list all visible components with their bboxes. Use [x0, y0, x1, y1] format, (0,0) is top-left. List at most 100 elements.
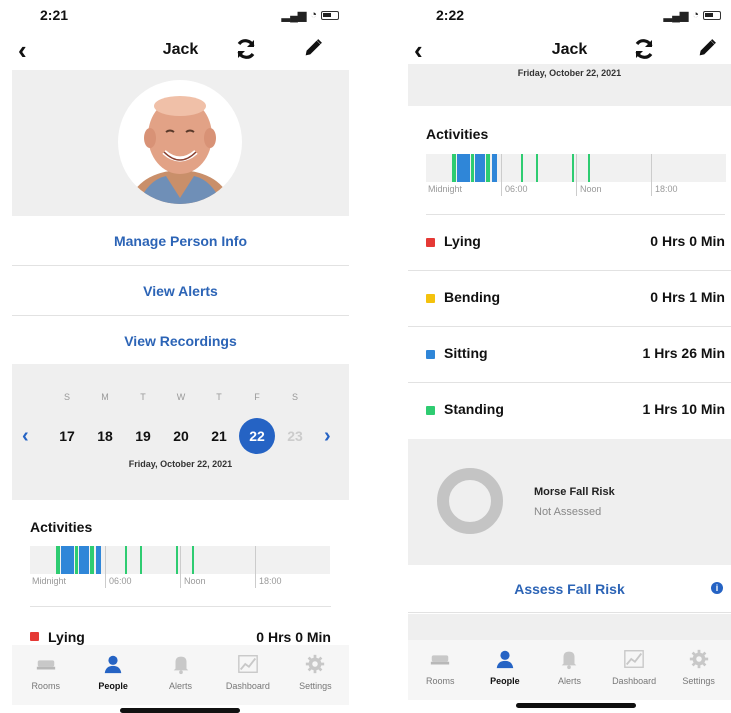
- view-alerts-link[interactable]: View Alerts: [12, 266, 349, 316]
- home-indicator[interactable]: [516, 703, 636, 708]
- activity-duration: 0 Hrs 0 Min: [650, 233, 725, 249]
- activity-row-standing[interactable]: Standing 1 Hrs 10 Min: [408, 383, 731, 439]
- timeline-label: Midnight: [428, 184, 463, 194]
- activity-duration: 0 Hrs 1 Min: [650, 289, 725, 305]
- selected-date-label: Friday, October 22, 2021: [128, 459, 233, 469]
- activity-duration: 1 Hrs 10 Min: [642, 401, 725, 417]
- activity-row-lying[interactable]: Lying 0 Hrs 0 Min: [408, 215, 731, 271]
- activity-timeline: Midnight 06:00 Noon 18:00: [30, 546, 330, 590]
- status-time: 2:21: [40, 7, 69, 23]
- assess-fall-risk-row[interactable]: Assess Fall Risk i: [408, 565, 731, 613]
- bending-color-dot: [426, 294, 435, 303]
- fall-risk-status: Not Assessed: [534, 506, 602, 518]
- bed-icon: [36, 660, 55, 670]
- avatar-section: [12, 70, 349, 216]
- timeline-segment: [96, 546, 101, 574]
- refresh-icon[interactable]: [632, 37, 656, 61]
- weekday-label: S: [63, 392, 70, 402]
- status-bar: 2:21 ▂▄▆ ◔: [12, 0, 349, 30]
- refresh-icon[interactable]: [234, 37, 258, 61]
- bed-icon: [431, 655, 450, 665]
- weekday-label: T: [140, 392, 146, 402]
- day-22-selected[interactable]: 22: [238, 418, 276, 454]
- prev-week-icon[interactable]: ‹: [22, 418, 29, 454]
- spacer-band: [408, 614, 731, 640]
- day-21[interactable]: 21: [200, 418, 238, 454]
- weekday-label: M: [101, 392, 109, 402]
- wifi-icon: ◔: [692, 9, 699, 21]
- left-screen: 2:21 ▂▄▆ ◔ ‹ Jack Manage Person Info Vie…: [12, 0, 349, 713]
- timeline-segment: [61, 546, 74, 574]
- tab-label: Rooms: [426, 676, 455, 686]
- fall-risk-card[interactable]: Morse Fall Risk Not Assessed: [408, 439, 731, 565]
- edit-icon[interactable]: [302, 37, 324, 59]
- fall-risk-ring-icon: [437, 468, 503, 534]
- standing-color-dot: [426, 406, 435, 415]
- day-19[interactable]: 19: [124, 418, 162, 454]
- timeline-label: 18:00: [259, 576, 282, 586]
- person-icon: [496, 650, 514, 669]
- timeline-segment: [79, 546, 89, 574]
- tab-dashboard[interactable]: Dashboard: [602, 640, 667, 700]
- home-indicator[interactable]: [120, 708, 240, 713]
- timeline-segment: [475, 154, 485, 182]
- timeline-label: Midnight: [32, 576, 67, 586]
- right-screen: 2:22 ▂▄▆ ◔ ‹ Jack Friday, October 22, 20…: [408, 0, 731, 713]
- info-icon[interactable]: i: [711, 582, 723, 594]
- activity-name: Standing: [444, 401, 504, 417]
- tab-dashboard[interactable]: Dashboard: [214, 645, 281, 705]
- tab-rooms[interactable]: Rooms: [12, 645, 79, 705]
- status-bar: 2:22 ▂▄▆ ◔: [408, 0, 731, 30]
- activity-duration: 1 Hrs 26 Min: [642, 345, 725, 361]
- tab-rooms[interactable]: Rooms: [408, 640, 473, 700]
- tab-settings[interactable]: Settings: [282, 645, 349, 705]
- sitting-color-dot: [426, 350, 435, 359]
- timeline-label: Noon: [184, 576, 206, 586]
- status-icons: ▂▄▆ ◔: [282, 9, 339, 22]
- edit-icon[interactable]: [696, 37, 718, 59]
- battery-icon: [703, 10, 721, 20]
- bell-icon: [173, 656, 188, 675]
- timeline-segment: [471, 154, 474, 182]
- signal-icon: ▂▄▆: [663, 9, 689, 22]
- avatar[interactable]: [118, 80, 242, 204]
- timeline-segment: [75, 546, 78, 574]
- status-time: 2:22: [436, 7, 465, 23]
- tab-bar: Rooms People Alerts Dashboard Settings: [408, 640, 731, 700]
- timeline-tick: [255, 546, 256, 588]
- view-recordings-link[interactable]: View Recordings: [12, 316, 349, 366]
- timeline-tick: [576, 154, 577, 196]
- status-icons: ▂▄▆ ◔: [664, 9, 721, 22]
- assess-fall-risk-link[interactable]: Assess Fall Risk: [408, 581, 731, 597]
- activity-row-bending[interactable]: Bending 0 Hrs 1 Min: [408, 271, 731, 327]
- day-20[interactable]: 20: [162, 418, 200, 454]
- timeline-segment: [588, 154, 590, 182]
- timeline-segment: [457, 154, 470, 182]
- manage-person-info-link[interactable]: Manage Person Info: [12, 216, 349, 266]
- gear-icon: [306, 654, 325, 674]
- day-18[interactable]: 18: [86, 418, 124, 454]
- tab-people[interactable]: People: [473, 640, 538, 700]
- weekday-label: T: [216, 392, 222, 402]
- nav-bar: ‹ Jack: [12, 30, 349, 70]
- lying-color-dot: [426, 238, 435, 247]
- selected-date-label: Friday, October 22, 2021: [517, 68, 622, 78]
- tab-alerts[interactable]: Alerts: [147, 645, 214, 705]
- tab-people[interactable]: People: [79, 645, 146, 705]
- tab-alerts[interactable]: Alerts: [537, 640, 602, 700]
- activity-row-sitting[interactable]: Sitting 1 Hrs 26 Min: [408, 327, 731, 383]
- next-week-icon[interactable]: ›: [324, 418, 331, 454]
- activities-title: Activities: [30, 519, 93, 535]
- tab-label: Rooms: [31, 681, 60, 691]
- weekday-label: W: [176, 392, 186, 402]
- timeline-tick: [180, 546, 181, 588]
- activity-duration: 0 Hrs 0 Min: [256, 629, 331, 645]
- day-17[interactable]: 17: [48, 418, 86, 454]
- timeline-tick: [651, 154, 652, 196]
- timeline-segment: [536, 154, 538, 182]
- activity-name: Lying: [444, 233, 481, 249]
- activity-name: Lying: [48, 629, 85, 645]
- tab-settings[interactable]: Settings: [666, 640, 731, 700]
- tab-label: People: [490, 676, 520, 686]
- activity-name: Bending: [444, 289, 500, 305]
